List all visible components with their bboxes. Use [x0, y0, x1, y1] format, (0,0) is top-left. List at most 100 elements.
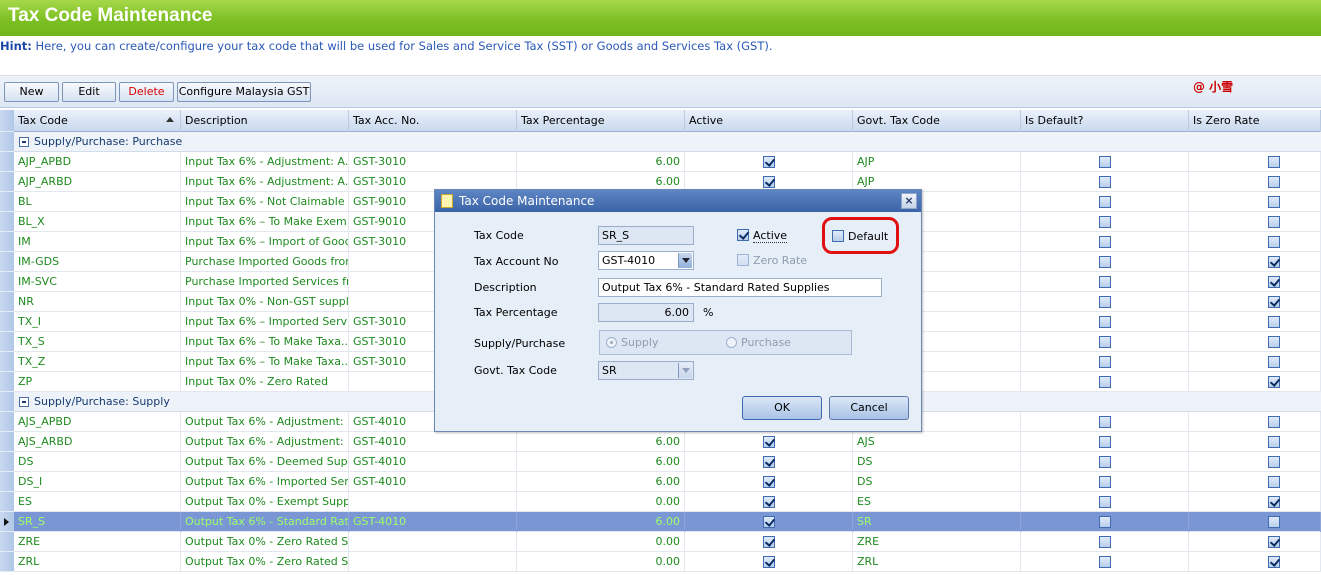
row-selector[interactable]	[0, 432, 14, 452]
zero-rate-checkbox[interactable]	[737, 254, 749, 266]
tax-percentage-cell[interactable]: 6.00	[517, 432, 685, 452]
is-zero-rate-checkbox[interactable]	[1268, 456, 1280, 468]
active-checkbox[interactable]	[763, 476, 775, 488]
tax-percentage-cell[interactable]: 6.00	[517, 452, 685, 472]
tax-code-cell[interactable]: AJP_ARBD	[14, 172, 181, 192]
tax-account-select[interactable]: GST-4010	[598, 251, 694, 270]
is-zero-rate-checkbox[interactable]	[1268, 156, 1280, 168]
supply-radio[interactable]	[606, 337, 617, 348]
tax-acc-no-cell[interactable]	[349, 552, 517, 572]
col-is-default-header[interactable]: Is Default?	[1021, 110, 1189, 132]
col-govt-tax-code-header[interactable]: Govt. Tax Code	[853, 110, 1021, 132]
is-zero-rate-checkbox[interactable]	[1268, 316, 1280, 328]
tax-code-cell[interactable]: AJS_APBD	[14, 412, 181, 432]
govt-tax-code-cell[interactable]: DS	[853, 452, 1021, 472]
row-selector[interactable]	[0, 372, 14, 392]
tax-acc-no-cell[interactable]	[349, 532, 517, 552]
is-default-checkbox[interactable]	[1099, 456, 1111, 468]
description-cell[interactable]: Output Tax 0% - Zero Rated S...	[181, 552, 349, 572]
row-selector[interactable]	[0, 192, 14, 212]
description-cell[interactable]: Input Tax 6% – To Make Taxa...	[181, 332, 349, 352]
description-cell[interactable]: Input Tax 6% – Import of Goods	[181, 232, 349, 252]
is-default-checkbox[interactable]	[1099, 376, 1111, 388]
is-default-checkbox[interactable]	[1099, 256, 1111, 268]
tax-code-cell[interactable]: ZP	[14, 372, 181, 392]
col-is-zero-rate-header[interactable]: Is Zero Rate	[1189, 110, 1321, 132]
is-zero-rate-checkbox[interactable]	[1268, 236, 1280, 248]
description-cell[interactable]: Output Tax 6% - Standard Rat...	[181, 512, 349, 532]
row-selector[interactable]	[0, 452, 14, 472]
tax-code-cell[interactable]: IM-SVC	[14, 272, 181, 292]
row-selector[interactable]	[0, 392, 14, 412]
row-selector[interactable]	[0, 332, 14, 352]
row-selector[interactable]	[0, 492, 14, 512]
description-cell[interactable]: Output Tax 6% - Adjustment: ...	[181, 432, 349, 452]
tax-code-cell[interactable]: AJP_APBD	[14, 152, 181, 172]
tax-acc-no-cell[interactable]: GST-4010	[349, 432, 517, 452]
govt-tax-code-cell[interactable]: ZRE	[853, 532, 1021, 552]
tax-code-field[interactable]: SR_S	[598, 226, 694, 245]
table-row[interactable]: AJS_ARBD Output Tax 6% - Adjustment: ... G…	[14, 432, 1321, 452]
row-selector[interactable]	[0, 472, 14, 492]
is-zero-rate-checkbox[interactable]	[1268, 476, 1280, 488]
govt-tax-code-cell[interactable]: AJP	[853, 152, 1021, 172]
tax-percentage-cell[interactable]: 0.00	[517, 552, 685, 572]
tax-code-cell[interactable]: BL	[14, 192, 181, 212]
table-row[interactable]: DS Output Tax 6% - Deemed Sup... GST-4010 6…	[14, 452, 1321, 472]
is-zero-rate-checkbox[interactable]	[1268, 416, 1280, 428]
row-selector[interactable]	[0, 232, 14, 252]
tax-code-cell[interactable]: DS_I	[14, 472, 181, 492]
description-cell[interactable]: Purchase Imported Goods from...	[181, 252, 349, 272]
tax-acc-no-cell[interactable]	[349, 492, 517, 512]
row-selector[interactable]	[0, 552, 14, 572]
row-selector[interactable]	[0, 292, 14, 312]
tax-code-cell[interactable]: ES	[14, 492, 181, 512]
col-description-header[interactable]: Description	[181, 110, 349, 132]
active-checkbox[interactable]	[763, 496, 775, 508]
is-default-checkbox[interactable]	[1099, 276, 1111, 288]
collapse-icon[interactable]	[19, 397, 29, 407]
tax-acc-no-cell[interactable]: GST-3010	[349, 152, 517, 172]
description-cell[interactable]: Output Tax 6% - Imported Ser...	[181, 472, 349, 492]
tax-percentage-field[interactable]: 6.00	[598, 303, 694, 322]
description-cell[interactable]: Input Tax 6% – Imported Servi...	[181, 312, 349, 332]
chevron-down-icon[interactable]	[678, 363, 692, 378]
delete-button[interactable]: Delete	[119, 82, 174, 102]
tax-code-cell[interactable]: ZRE	[14, 532, 181, 552]
is-zero-rate-checkbox[interactable]	[1268, 216, 1280, 228]
active-checkbox[interactable]	[763, 176, 775, 188]
table-row[interactable]: SR_S Output Tax 6% - Standard Rat... GST-4…	[14, 512, 1321, 532]
active-checkbox[interactable]	[763, 156, 775, 168]
is-zero-rate-checkbox[interactable]	[1268, 296, 1280, 308]
is-default-checkbox[interactable]	[1099, 476, 1111, 488]
active-checkbox[interactable]	[763, 436, 775, 448]
is-zero-rate-checkbox[interactable]	[1268, 376, 1280, 388]
tax-acc-no-cell[interactable]: GST-4010	[349, 452, 517, 472]
is-zero-rate-checkbox[interactable]	[1268, 256, 1280, 268]
is-default-checkbox[interactable]	[1099, 336, 1111, 348]
tax-code-cell[interactable]: NR	[14, 292, 181, 312]
govt-tax-code-cell[interactable]: SR	[853, 512, 1021, 532]
is-default-checkbox[interactable]	[1099, 356, 1111, 368]
is-default-checkbox[interactable]	[1099, 216, 1111, 228]
description-cell[interactable]: Output Tax 0% - Zero Rated S...	[181, 532, 349, 552]
table-row[interactable]: ES Output Tax 0% - Exempt Suppl... 0.00 ES	[14, 492, 1321, 512]
tax-code-cell[interactable]: TX_S	[14, 332, 181, 352]
is-default-checkbox[interactable]	[1099, 236, 1111, 248]
tax-code-cell[interactable]: DS	[14, 452, 181, 472]
tax-code-cell[interactable]: IM-GDS	[14, 252, 181, 272]
table-row[interactable]: ZRE Output Tax 0% - Zero Rated S... 0.00 ZR…	[14, 532, 1321, 552]
is-zero-rate-checkbox[interactable]	[1268, 496, 1280, 508]
configure-malaysia-gst-button[interactable]: Configure Malaysia GST	[177, 82, 311, 102]
govt-tax-code-cell[interactable]: DS	[853, 472, 1021, 492]
is-default-checkbox[interactable]	[1099, 316, 1111, 328]
tax-code-cell[interactable]: TX_Z	[14, 352, 181, 372]
row-selector[interactable]	[0, 532, 14, 552]
row-selector[interactable]	[0, 172, 14, 192]
table-row[interactable]: DS_I Output Tax 6% - Imported Ser... GST-4…	[14, 472, 1321, 492]
is-zero-rate-checkbox[interactable]	[1268, 516, 1280, 528]
row-selector[interactable]	[0, 252, 14, 272]
description-cell[interactable]: Input Tax 6% – To Make Exem...	[181, 212, 349, 232]
row-selector[interactable]	[0, 212, 14, 232]
row-selector[interactable]	[0, 132, 14, 152]
